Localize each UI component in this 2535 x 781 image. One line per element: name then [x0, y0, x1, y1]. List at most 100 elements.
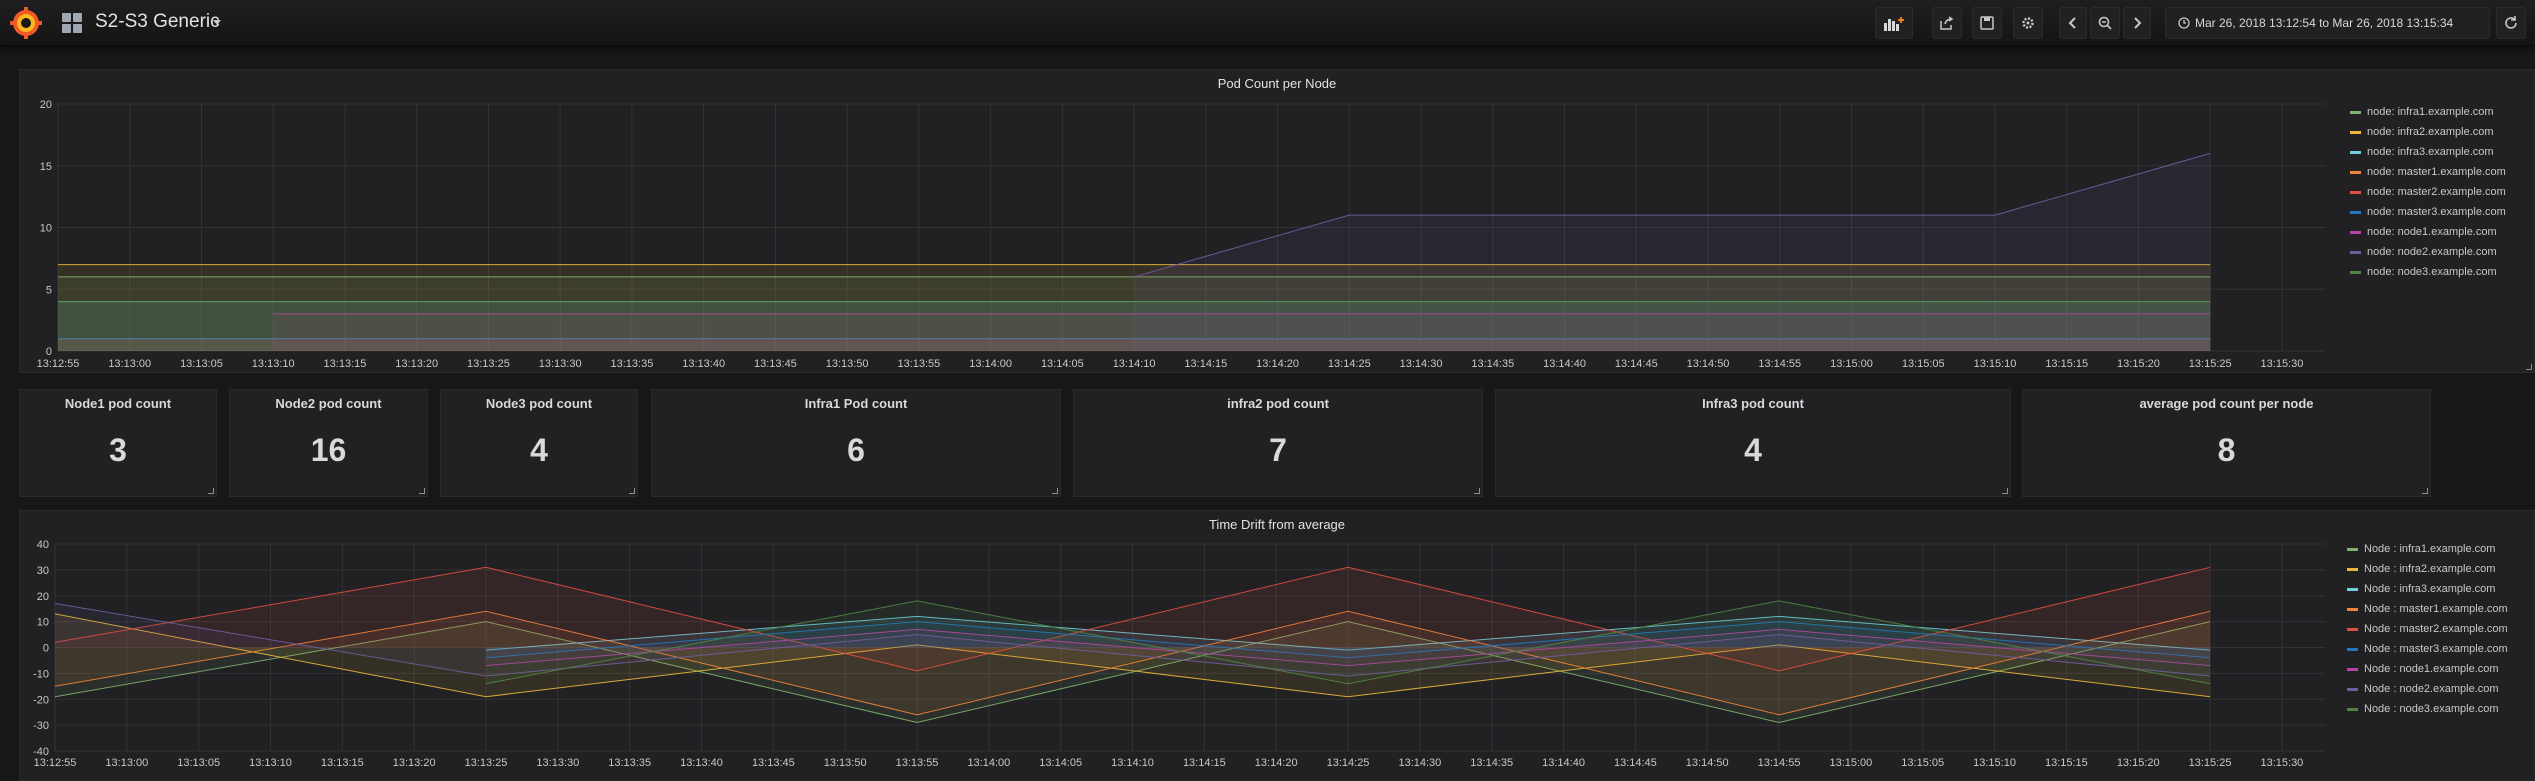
legend-label[interactable]: Node : master2.example.com — [2364, 623, 2508, 635]
legend-label[interactable]: Node : master1.example.com — [2364, 603, 2508, 615]
x-tick-label: 13:15:15 — [2045, 757, 2088, 769]
legend-swatch[interactable] — [2350, 150, 2361, 154]
legend-label[interactable]: node: infra3.example.com — [2367, 146, 2494, 158]
legend-item[interactable]: node: master1.example.com — [2350, 166, 2506, 178]
stat-title[interactable]: Node3 pod count — [441, 396, 637, 411]
legend-label[interactable]: Node : node1.example.com — [2364, 663, 2499, 675]
chevron-down-icon[interactable] — [213, 20, 221, 25]
time-forward-button[interactable] — [2123, 7, 2151, 39]
legend-swatch[interactable] — [2347, 587, 2358, 591]
legend-item[interactable]: Node : master3.example.com — [2347, 643, 2508, 655]
legend-swatch[interactable] — [2350, 230, 2361, 234]
x-tick-label: 13:13:25 — [467, 358, 510, 370]
legend-label[interactable]: node: master1.example.com — [2367, 166, 2506, 178]
stat-title[interactable]: Node1 pod count — [20, 396, 216, 411]
legend-item[interactable]: node: node1.example.com — [2350, 226, 2497, 238]
legend-swatch[interactable] — [2350, 250, 2361, 254]
x-tick-label: 13:14:45 — [1614, 757, 1657, 769]
stat-title[interactable]: average pod count per node — [2023, 396, 2430, 411]
resize-handle[interactable] — [1474, 488, 1480, 494]
legend-label[interactable]: node: infra1.example.com — [2367, 106, 2494, 118]
x-tick-label: 13:15:30 — [2261, 358, 2304, 370]
legend-label[interactable]: node: node3.example.com — [2367, 266, 2497, 278]
legend-label[interactable]: Node : infra1.example.com — [2364, 543, 2495, 555]
x-tick-label: 13:14:05 — [1039, 757, 1082, 769]
legend-label[interactable]: Node : node3.example.com — [2364, 703, 2499, 715]
legend-swatch[interactable] — [2350, 130, 2361, 134]
legend-swatch[interactable] — [2350, 170, 2361, 174]
legend-item[interactable]: node: node3.example.com — [2350, 266, 2497, 278]
legend-item[interactable]: Node : infra3.example.com — [2347, 583, 2495, 595]
resize-handle[interactable] — [2002, 488, 2008, 494]
legend-item[interactable]: Node : node2.example.com — [2347, 683, 2499, 695]
legend-swatch[interactable] — [2350, 270, 2361, 274]
legend-item[interactable]: Node : master2.example.com — [2347, 623, 2508, 635]
resize-handle[interactable] — [208, 488, 214, 494]
x-tick-label: 13:15:10 — [1973, 757, 2016, 769]
chevron-right-icon — [2134, 17, 2142, 29]
legend-item[interactable]: node: infra3.example.com — [2350, 146, 2494, 158]
legend-label[interactable]: node: infra2.example.com — [2367, 126, 2494, 138]
grafana-logo-icon[interactable] — [10, 7, 42, 39]
legend-item[interactable]: node: master2.example.com — [2350, 186, 2506, 198]
stat-title[interactable]: infra2 pod count — [1074, 396, 1482, 411]
x-tick-label: 13:14:35 — [1471, 358, 1514, 370]
resize-handle[interactable] — [2526, 364, 2532, 370]
settings-button[interactable] — [2013, 7, 2043, 39]
refresh-button[interactable] — [2496, 7, 2526, 39]
legend-item[interactable]: node: infra2.example.com — [2350, 126, 2494, 138]
legend-swatch[interactable] — [2347, 707, 2358, 711]
x-tick-label: 13:12:55 — [34, 757, 77, 769]
share-button[interactable] — [1932, 7, 1962, 39]
time-range-picker[interactable]: Mar 26, 2018 13:12:54 to Mar 26, 2018 13… — [2165, 7, 2490, 39]
save-button[interactable] — [1972, 7, 2002, 39]
stat-title[interactable]: Infra3 pod count — [1496, 396, 2010, 411]
legend-label[interactable]: Node : infra2.example.com — [2364, 563, 2495, 575]
legend-label[interactable]: node: master3.example.com — [2367, 206, 2506, 218]
legend-swatch[interactable] — [2347, 627, 2358, 631]
stat-value: 3 — [109, 432, 127, 468]
legend-swatch[interactable] — [2347, 547, 2358, 551]
x-tick-label: 13:14:30 — [1400, 358, 1443, 370]
legend-item[interactable]: Node : infra1.example.com — [2347, 543, 2495, 555]
stat-panel-infra3: Infra3 pod count 4 — [1495, 389, 2011, 497]
legend-swatch[interactable] — [2347, 607, 2358, 611]
legend-swatch[interactable] — [2347, 667, 2358, 671]
legend-item[interactable]: Node : node1.example.com — [2347, 663, 2499, 675]
x-tick-label: 13:13:35 — [611, 358, 654, 370]
dashboard-title[interactable]: S2-S3 Generic — [95, 11, 220, 33]
resize-handle[interactable] — [419, 488, 425, 494]
legend-label[interactable]: node: node1.example.com — [2367, 226, 2497, 238]
legend-swatch[interactable] — [2347, 687, 2358, 691]
resize-handle[interactable] — [2422, 488, 2428, 494]
legend-swatch[interactable] — [2350, 190, 2361, 194]
stat-title[interactable]: Node2 pod count — [230, 396, 427, 411]
dashboard-grid-icon[interactable] — [62, 13, 82, 33]
zoom-out-button[interactable] — [2090, 7, 2120, 39]
legend-swatch[interactable] — [2347, 647, 2358, 651]
legend-item[interactable]: node: infra1.example.com — [2350, 106, 2494, 118]
legend-item[interactable]: Node : master1.example.com — [2347, 603, 2508, 615]
legend-swatch[interactable] — [2347, 567, 2358, 571]
y-tick-label: 20 — [37, 591, 49, 603]
legend-label[interactable]: node: master2.example.com — [2367, 186, 2506, 198]
add-panel-button[interactable] — [1875, 7, 1913, 39]
legend-swatch[interactable] — [2350, 110, 2361, 114]
time-back-button[interactable] — [2059, 7, 2087, 39]
stat-value: 7 — [1269, 432, 1287, 468]
legend-swatch[interactable] — [2350, 210, 2361, 214]
resize-handle[interactable] — [1052, 488, 1058, 494]
legend-item[interactable]: Node : infra2.example.com — [2347, 563, 2495, 575]
x-tick-label: 13:13:10 — [252, 358, 295, 370]
legend-label[interactable]: Node : master3.example.com — [2364, 643, 2508, 655]
legend-item[interactable]: Node : node3.example.com — [2347, 703, 2499, 715]
legend-label[interactable]: node: node2.example.com — [2367, 246, 2497, 258]
legend-label[interactable]: Node : node2.example.com — [2364, 683, 2499, 695]
resize-handle[interactable] — [629, 488, 635, 494]
legend-label[interactable]: Node : infra3.example.com — [2364, 583, 2495, 595]
stat-title[interactable]: Infra1 Pod count — [652, 396, 1060, 411]
legend-item[interactable]: node: node2.example.com — [2350, 246, 2497, 258]
time-drift-chart: -40-30-20-1001020304013:12:55 13:13:00 13:… — [33, 539, 2325, 769]
x-tick-label: 13:14:10 — [1111, 757, 1154, 769]
legend-item[interactable]: node: master3.example.com — [2350, 206, 2506, 218]
